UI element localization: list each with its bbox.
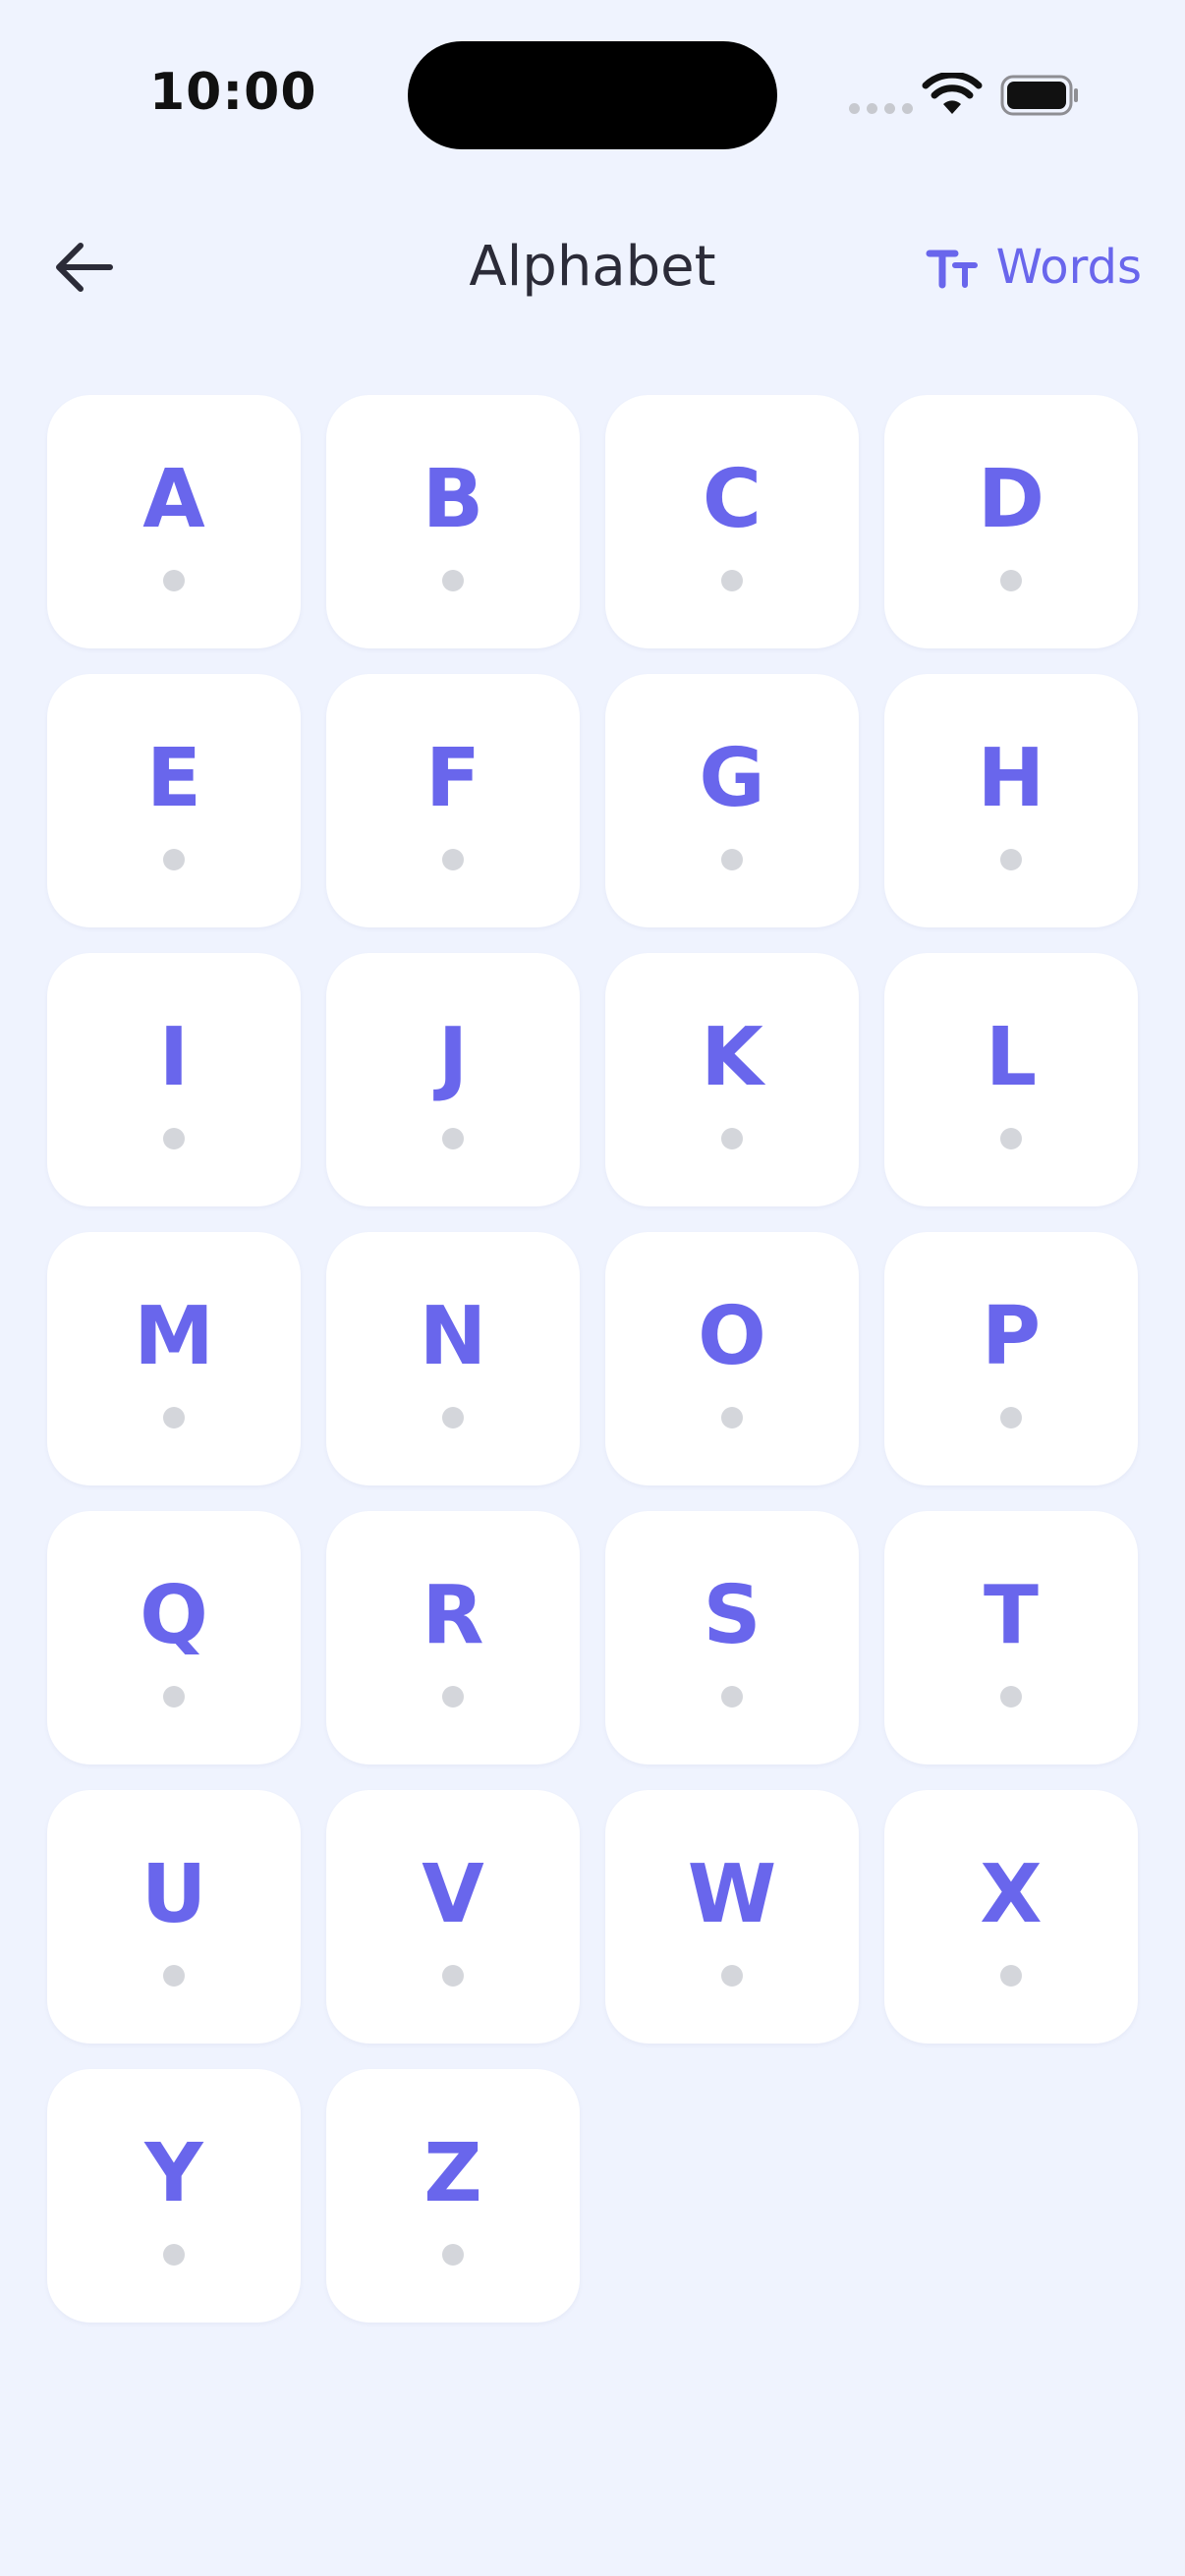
letter-char: O <box>698 1290 766 1383</box>
letter-tile-a[interactable]: A <box>47 395 301 648</box>
letter-tile-s[interactable]: S <box>605 1511 859 1764</box>
letter-tile-j[interactable]: J <box>326 953 580 1206</box>
letter-char: J <box>437 1011 469 1104</box>
progress-dot <box>721 849 743 870</box>
progress-dot <box>442 1407 464 1428</box>
progress-dot <box>442 1686 464 1708</box>
letter-char: W <box>687 1848 777 1941</box>
letter-char: L <box>985 1011 1038 1104</box>
letter-tile-b[interactable]: B <box>326 395 580 648</box>
navigation-bar: Alphabet Words <box>0 206 1185 324</box>
battery-icon <box>1000 75 1078 116</box>
text-size-icon <box>926 250 978 289</box>
progress-dot <box>721 1965 743 1987</box>
progress-dot <box>163 849 185 870</box>
progress-dot <box>1000 1965 1022 1987</box>
progress-dot <box>163 1686 185 1708</box>
letter-tile-v[interactable]: V <box>326 1790 580 2044</box>
words-label: Words <box>995 240 1142 295</box>
letter-char: K <box>701 1011 763 1104</box>
letter-tile-n[interactable]: N <box>326 1232 580 1485</box>
letter-char: M <box>134 1290 214 1383</box>
progress-dot <box>1000 1686 1022 1708</box>
letter-char: Z <box>423 2127 482 2220</box>
words-button[interactable]: Words <box>926 228 1142 307</box>
progress-dot <box>163 1128 185 1149</box>
progress-dot <box>442 1128 464 1149</box>
letter-char: N <box>419 1290 487 1383</box>
letter-char: D <box>977 453 1045 546</box>
letter-tile-x[interactable]: X <box>884 1790 1138 2044</box>
letter-tile-h[interactable]: H <box>884 674 1138 927</box>
letter-char: C <box>702 453 762 546</box>
letter-tile-k[interactable]: K <box>605 953 859 1206</box>
letter-char: A <box>142 453 205 546</box>
letter-char: B <box>422 453 484 546</box>
letter-tile-i[interactable]: I <box>47 953 301 1206</box>
letter-tile-l[interactable]: L <box>884 953 1138 1206</box>
letter-grid: A B C D E F G H I J K L M N O P Q R S T … <box>47 395 1138 2323</box>
letter-char: U <box>141 1848 207 1941</box>
letter-tile-o[interactable]: O <box>605 1232 859 1485</box>
letter-tile-q[interactable]: Q <box>47 1511 301 1764</box>
letter-tile-r[interactable]: R <box>326 1511 580 1764</box>
letter-char: S <box>703 1569 762 1662</box>
letter-tile-d[interactable]: D <box>884 395 1138 648</box>
wifi-icon <box>922 73 983 114</box>
letter-char: V <box>422 1848 484 1941</box>
letter-char: H <box>977 732 1045 825</box>
progress-dot <box>1000 849 1022 870</box>
progress-dot <box>721 570 743 591</box>
progress-dot <box>442 570 464 591</box>
letter-char: F <box>424 732 480 825</box>
letter-char: Y <box>144 2127 203 2220</box>
progress-dot <box>163 2244 185 2266</box>
progress-dot <box>163 1965 185 1987</box>
progress-dot <box>1000 1128 1022 1149</box>
letter-char: G <box>699 732 765 825</box>
progress-dot <box>1000 1407 1022 1428</box>
letter-char: I <box>158 1011 190 1104</box>
letter-tile-u[interactable]: U <box>47 1790 301 2044</box>
letter-tile-m[interactable]: M <box>47 1232 301 1485</box>
status-time: 10:00 <box>149 63 317 122</box>
letter-char: Q <box>140 1569 208 1662</box>
letter-char: E <box>145 732 201 825</box>
progress-dot <box>163 570 185 591</box>
progress-dot <box>163 1407 185 1428</box>
dynamic-island <box>408 41 777 149</box>
progress-dot <box>1000 570 1022 591</box>
letter-tile-f[interactable]: F <box>326 674 580 927</box>
progress-dot <box>442 2244 464 2266</box>
letter-tile-y[interactable]: Y <box>47 2069 301 2323</box>
letter-tile-t[interactable]: T <box>884 1511 1138 1764</box>
letter-tile-p[interactable]: P <box>884 1232 1138 1485</box>
progress-dot <box>721 1686 743 1708</box>
letter-char: T <box>984 1569 1039 1662</box>
letter-tile-z[interactable]: Z <box>326 2069 580 2323</box>
letter-char: P <box>981 1290 1042 1383</box>
letter-tile-e[interactable]: E <box>47 674 301 927</box>
status-bar: 10:00 <box>0 0 1185 187</box>
letter-tile-w[interactable]: W <box>605 1790 859 2044</box>
progress-dot <box>442 849 464 870</box>
letter-char: R <box>422 1569 484 1662</box>
letter-tile-g[interactable]: G <box>605 674 859 927</box>
letter-char: X <box>980 1848 1043 1941</box>
cellular-signal-icon <box>849 103 913 114</box>
letter-tile-c[interactable]: C <box>605 395 859 648</box>
progress-dot <box>721 1407 743 1428</box>
progress-dot <box>442 1965 464 1987</box>
progress-dot <box>721 1128 743 1149</box>
